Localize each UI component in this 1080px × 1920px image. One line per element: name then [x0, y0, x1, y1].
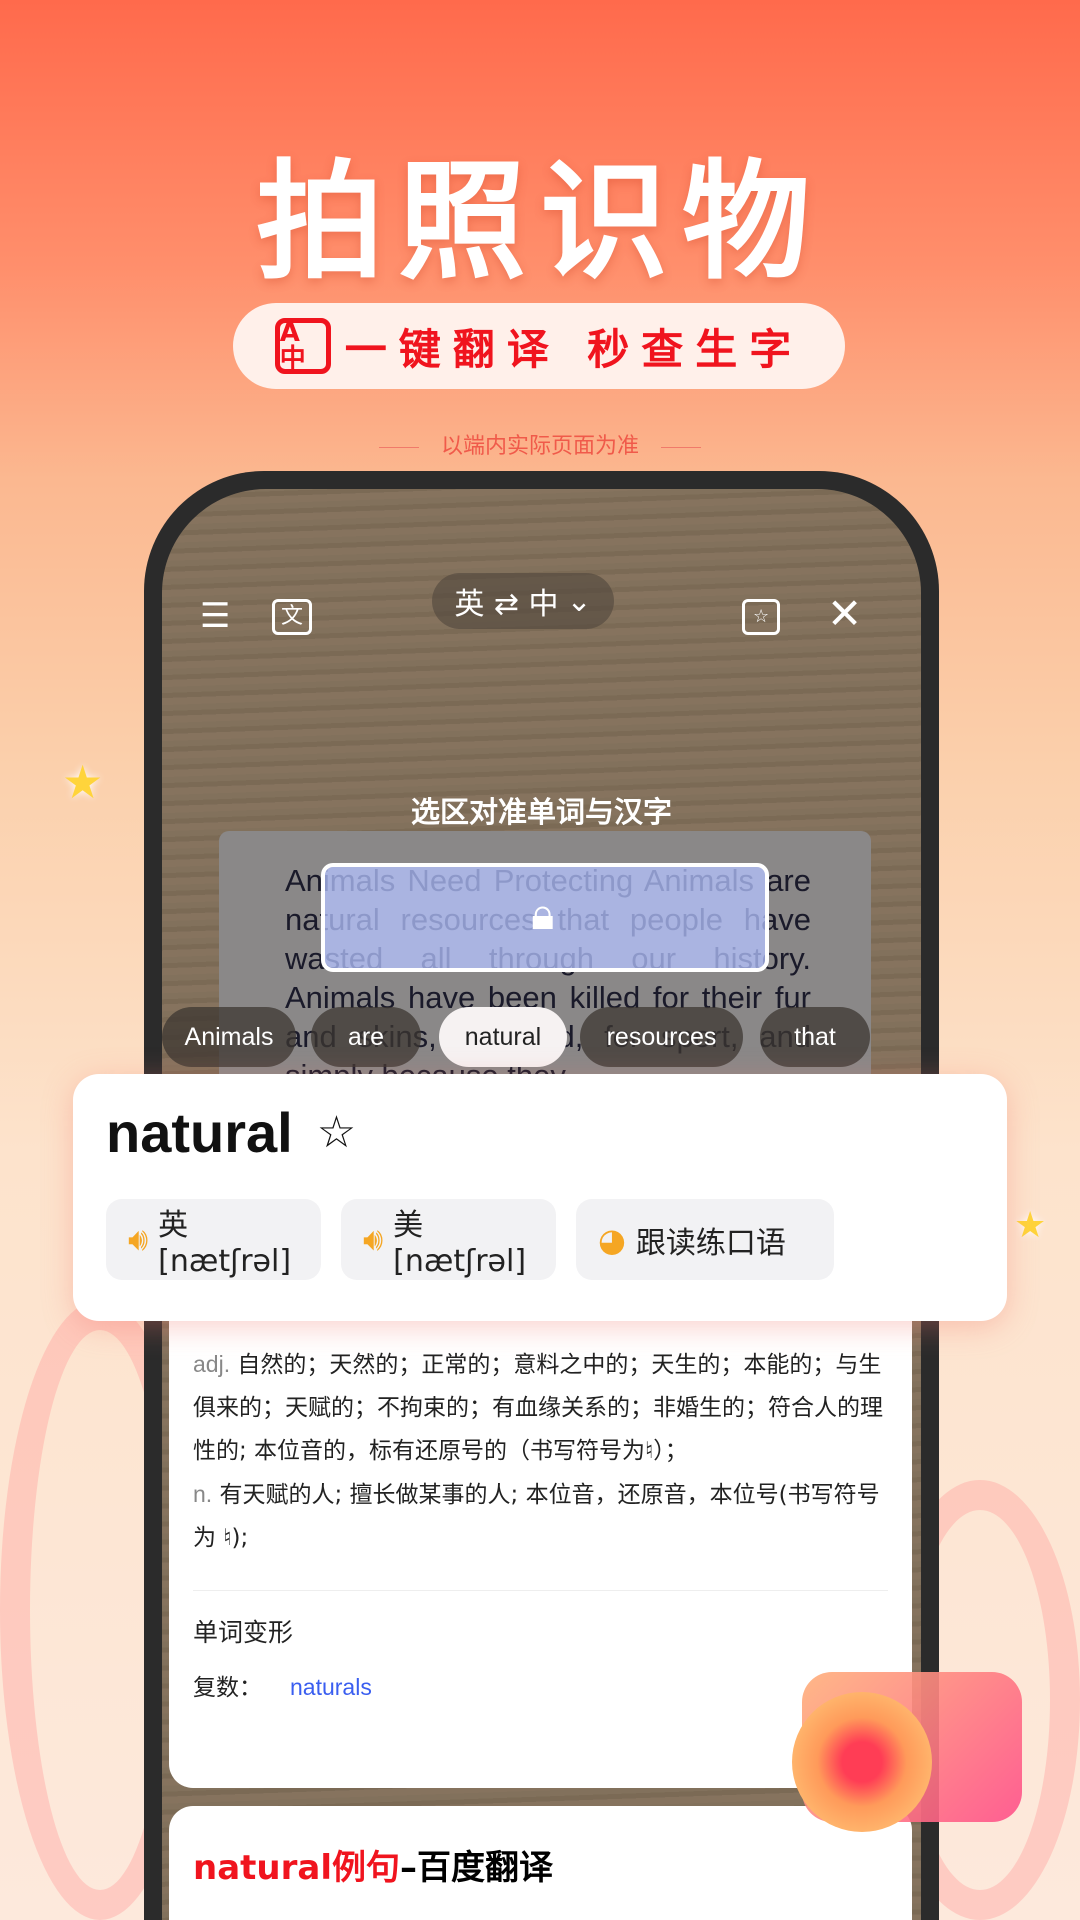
close-icon[interactable]: ✕	[827, 593, 862, 635]
disclaimer-text: 以端内实际页面为准	[440, 434, 639, 459]
definition-text: 自然的；天然的；正常的；意料之中的；天生的；本能的；与生俱来的；天赋的；不拘束的…	[193, 1352, 883, 1464]
plural-link[interactable]: naturals	[290, 1674, 372, 1700]
language-pair: 英 ⇄ 中	[454, 587, 559, 622]
pos-label: adj.	[193, 1351, 231, 1377]
wordbook-star-icon[interactable]: ☆	[742, 599, 781, 635]
plural-label: 复数：	[193, 1675, 262, 1701]
lock-icon[interactable]: 🔒︎	[531, 889, 554, 940]
menu-icon[interactable]: ☰	[200, 599, 230, 633]
headword: natural	[106, 1101, 293, 1164]
language-switcher[interactable]: 英 ⇄ 中 ⌄	[432, 573, 614, 629]
word-chip[interactable]: Animals	[162, 1007, 296, 1067]
uk-pronunciation-button[interactable]: 🔊︎ 英[nætʃrəl]	[106, 1199, 321, 1280]
practice-label: 跟读练口语	[635, 1225, 786, 1261]
camera-hint: 选区对准单词与汉字	[410, 795, 672, 829]
word-result-card: natural ☆ 🔊︎ 英[nætʃrəl] 🔊︎ 美[nætʃrəl] ◕ 跟读练口…	[73, 1074, 1007, 1321]
image-translate-icon[interactable]: 文	[272, 599, 313, 635]
word-chip[interactable]: resources	[580, 1007, 743, 1067]
us-phonetic: 美[nætʃrəl]	[393, 1208, 527, 1279]
us-pronunciation-button[interactable]: 🔊︎ 美[nætʃrəl]	[341, 1199, 556, 1280]
word-chip[interactable]: are	[311, 1007, 421, 1067]
favorite-star-icon[interactable]: ☆	[317, 1107, 356, 1158]
feature-pill: A中 一键翻译 秒查生字	[233, 303, 845, 389]
definition-n: n. 有天赋的人; 擅长做某事的人; 本位音，还原音，本位号(书写符号为 ♮);	[193, 1473, 888, 1560]
star-decoration-icon: ★	[1014, 1205, 1047, 1246]
hero-title: 拍照识物	[255, 148, 824, 297]
examples-title: natural例句	[193, 1848, 400, 1888]
pacman-mouth-icon: ◕	[598, 1220, 626, 1259]
feature-subtitle: 一键翻译 秒查生字	[344, 324, 804, 374]
divider	[193, 1590, 888, 1591]
translate-scan-icon: A中	[274, 318, 331, 374]
disclaimer: 以端内实际页面为准	[0, 428, 1080, 460]
selection-frame[interactable]: 🔒︎	[321, 863, 769, 972]
word-chip-selected[interactable]: natural	[439, 1007, 567, 1067]
camera-decoration-icon	[782, 1622, 1042, 1842]
speaker-icon: 🔊︎	[128, 1220, 149, 1258]
speaking-practice-button[interactable]: ◕ 跟读练口语	[576, 1199, 834, 1280]
pos-label: n.	[193, 1481, 213, 1507]
definition-adj: adj. 自然的；天然的；正常的；意料之中的；天生的；本能的；与生俱来的；天赋的…	[193, 1343, 888, 1473]
chevron-down-icon: ⌄	[566, 583, 592, 619]
uk-phonetic: 英[nætʃrəl]	[158, 1208, 292, 1279]
examples-source: –百度翻译	[399, 1848, 553, 1888]
speaker-icon: 🔊︎	[363, 1220, 384, 1258]
word-chip[interactable]: that	[760, 1007, 870, 1067]
word-chips: Animals are natural resources that	[162, 1007, 902, 1067]
definition-text: 有天赋的人; 擅长做某事的人; 本位音，还原音，本位号(书写符号为 ♮);	[193, 1482, 880, 1551]
star-decoration-icon: ★	[62, 755, 104, 809]
